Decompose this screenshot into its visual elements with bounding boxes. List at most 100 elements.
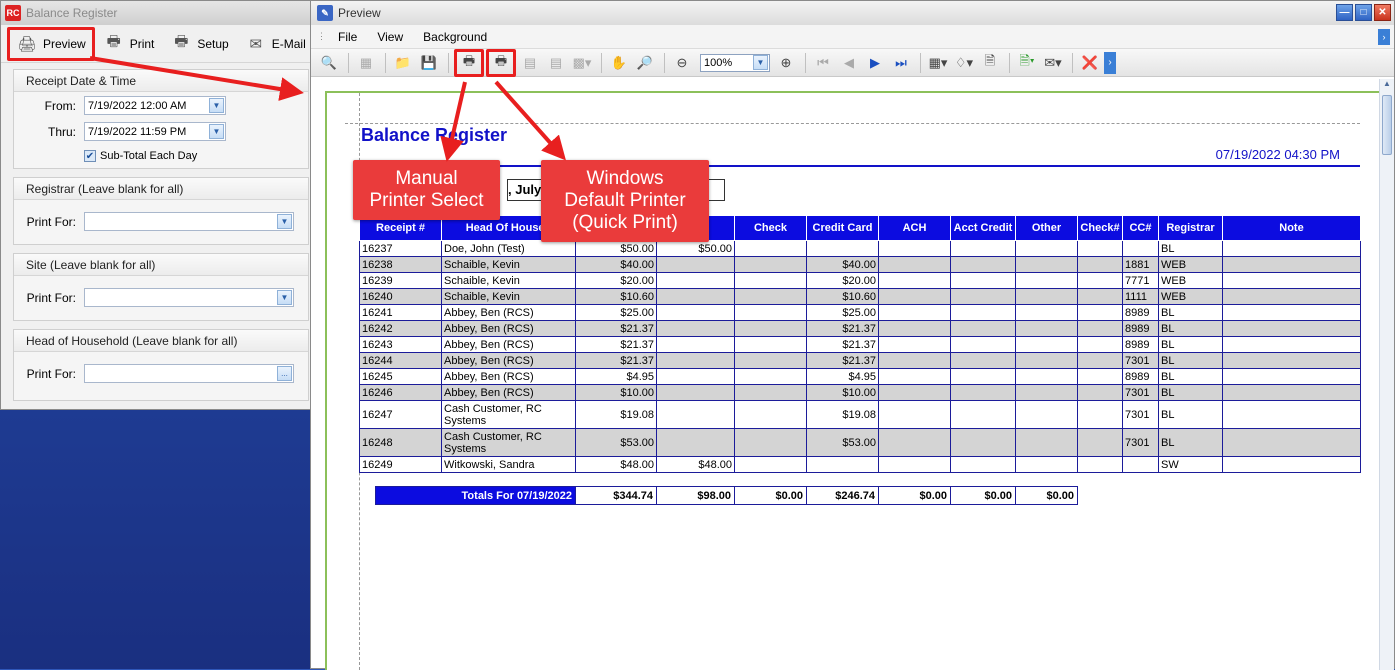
scroll-thumb[interactable] (1382, 95, 1392, 155)
last-page-icon[interactable]: ⏭ (889, 52, 913, 74)
from-date-picker[interactable]: 7/19/2022 12:00 AM ▼ (84, 96, 226, 115)
total-ach: $0.00 (878, 486, 951, 505)
menu-overflow-icon[interactable]: › (1378, 29, 1390, 45)
table-cell: BL (1158, 352, 1223, 369)
table-row: 16245 Abbey, Ben (RCS) $4.95 $4.95 8989 BL (359, 368, 1361, 385)
table-cell (950, 400, 1016, 429)
fill-color-icon[interactable]: ♢▾ (952, 52, 976, 74)
export-icon[interactable]: 🗎▾ (1015, 52, 1039, 74)
menu-file[interactable]: File (328, 30, 367, 44)
zoom-in-icon[interactable]: ⊕ (774, 52, 798, 74)
zoom-value: 100% (704, 56, 733, 69)
table-cell: $10.00 (806, 384, 879, 401)
table-cell: BL (1158, 368, 1223, 385)
menu-background[interactable]: Background (413, 30, 497, 44)
header-footer-icon[interactable]: ▤ (544, 52, 568, 74)
scale-icon[interactable]: ▩▾ (570, 52, 594, 74)
left-toolbar: 🖨 Preview 🖶 Print 🖶 Setup ✉ E-Mail (1, 25, 311, 63)
quick-print-icon[interactable]: 🖶 (486, 48, 516, 77)
ellipsis-button[interactable]: ... (277, 366, 292, 381)
toolbar-overflow-icon[interactable]: › (1104, 51, 1116, 74)
table-cell (656, 256, 735, 273)
email-label: E-Mail (271, 36, 306, 51)
magnifier-icon[interactable]: 🔎 (633, 52, 657, 74)
table-cell: $20.00 (806, 272, 879, 289)
print-button[interactable]: 🖶 Print (95, 29, 163, 59)
quick-print-callout: Windows Default Printer (Quick Print) (541, 160, 709, 242)
table-cell (1077, 336, 1123, 353)
open-folder-icon[interactable]: 📁 (391, 52, 415, 74)
table-cell: BL (1158, 384, 1223, 401)
table-cell (1015, 400, 1078, 429)
table-cell: $50.00 (656, 240, 735, 257)
vertical-scrollbar[interactable]: ▲ (1379, 79, 1394, 670)
table-cell (1015, 428, 1078, 457)
site-select[interactable]: ▼ (84, 288, 294, 307)
table-row: 16247 Cash Customer, RC Systems $19.08 $19.… (359, 400, 1361, 429)
zoom-select[interactable]: 100% ▼ (700, 53, 770, 72)
zoom-out-icon[interactable]: ⊖ (670, 52, 694, 74)
minimize-icon[interactable]: — (1336, 4, 1353, 21)
table-cell: $20.00 (575, 272, 657, 289)
chevron-down-icon[interactable]: ▼ (209, 124, 224, 139)
table-cell (950, 336, 1016, 353)
table-cell (950, 428, 1016, 457)
subtotal-checkbox[interactable]: ✔ (84, 150, 96, 162)
menu-view[interactable]: View (367, 30, 413, 44)
table-cell: 7771 (1122, 272, 1159, 289)
table-cell: WEB (1158, 272, 1223, 289)
find-icon[interactable]: 🔍 (317, 52, 341, 74)
table-cell: $19.08 (806, 400, 879, 429)
table-cell: 16240 (359, 288, 442, 305)
first-page-icon[interactable]: ⏮ (811, 52, 835, 74)
watermark-icon[interactable]: 🗎 (978, 52, 1002, 74)
table-cell: $4.95 (575, 368, 657, 385)
total-check: $0.00 (734, 486, 807, 505)
table-cell: $25.00 (806, 304, 879, 321)
page-setup-icon[interactable]: ▤ (518, 52, 542, 74)
next-page-icon[interactable]: ▶ (863, 52, 887, 74)
grid-icon[interactable]: ▦ (354, 52, 378, 74)
save-icon[interactable]: 💾 (417, 52, 441, 74)
table-cell (734, 400, 807, 429)
table-cell (878, 240, 951, 257)
table-row: 16249 Witkowski, Sandra $48.00 $48.00 SW (359, 456, 1361, 473)
table-cell (656, 428, 735, 457)
setup-button[interactable]: 🖶 Setup (162, 29, 236, 59)
hand-tool-icon[interactable]: ✋ (607, 52, 631, 74)
table-cell: BL (1158, 428, 1223, 457)
maximize-icon[interactable]: □ (1355, 4, 1372, 21)
email-button[interactable]: ✉ E-Mail (237, 29, 314, 59)
close-preview-icon[interactable]: ❌ (1078, 52, 1102, 74)
left-window-title: Balance Register (26, 6, 118, 20)
table-cell: 16246 (359, 384, 442, 401)
close-icon[interactable]: ✕ (1374, 4, 1391, 21)
table-cell: Doe, John (Test) (441, 240, 576, 257)
table-cell (734, 368, 807, 385)
scroll-up-icon[interactable]: ▲ (1380, 79, 1394, 93)
table-cell: $21.37 (806, 352, 879, 369)
table-cell (1077, 304, 1123, 321)
column-header: Check (734, 215, 807, 241)
preview-button[interactable]: 🖨 Preview (7, 26, 95, 61)
manual-print-icon[interactable]: 🖶 (454, 48, 484, 77)
thru-date-picker[interactable]: 7/19/2022 11:59 PM ▼ (84, 122, 226, 141)
chevron-down-icon[interactable]: ▼ (277, 290, 292, 305)
setup-label: Setup (197, 36, 229, 51)
table-cell (656, 368, 735, 385)
registrar-heading: Registrar (Leave blank for all) (14, 178, 308, 200)
table-cell (950, 240, 1016, 257)
table-cell (734, 336, 807, 353)
chevron-down-icon[interactable]: ▼ (277, 214, 292, 229)
send-email-icon[interactable]: ✉▾ (1041, 52, 1065, 74)
chevron-down-icon[interactable]: ▼ (209, 98, 224, 113)
printer-setup-icon: 🖶 (174, 33, 189, 50)
household-lookup[interactable]: ... (84, 364, 294, 383)
table-cell (1122, 240, 1159, 257)
table-cell: Schaible, Kevin (441, 288, 576, 305)
table-cell (1077, 288, 1123, 305)
chevron-down-icon[interactable]: ▼ (753, 55, 768, 70)
registrar-select[interactable]: ▼ (84, 212, 294, 231)
multipage-icon[interactable]: ▦▾ (926, 52, 950, 74)
previous-page-icon[interactable]: ◀ (837, 52, 861, 74)
